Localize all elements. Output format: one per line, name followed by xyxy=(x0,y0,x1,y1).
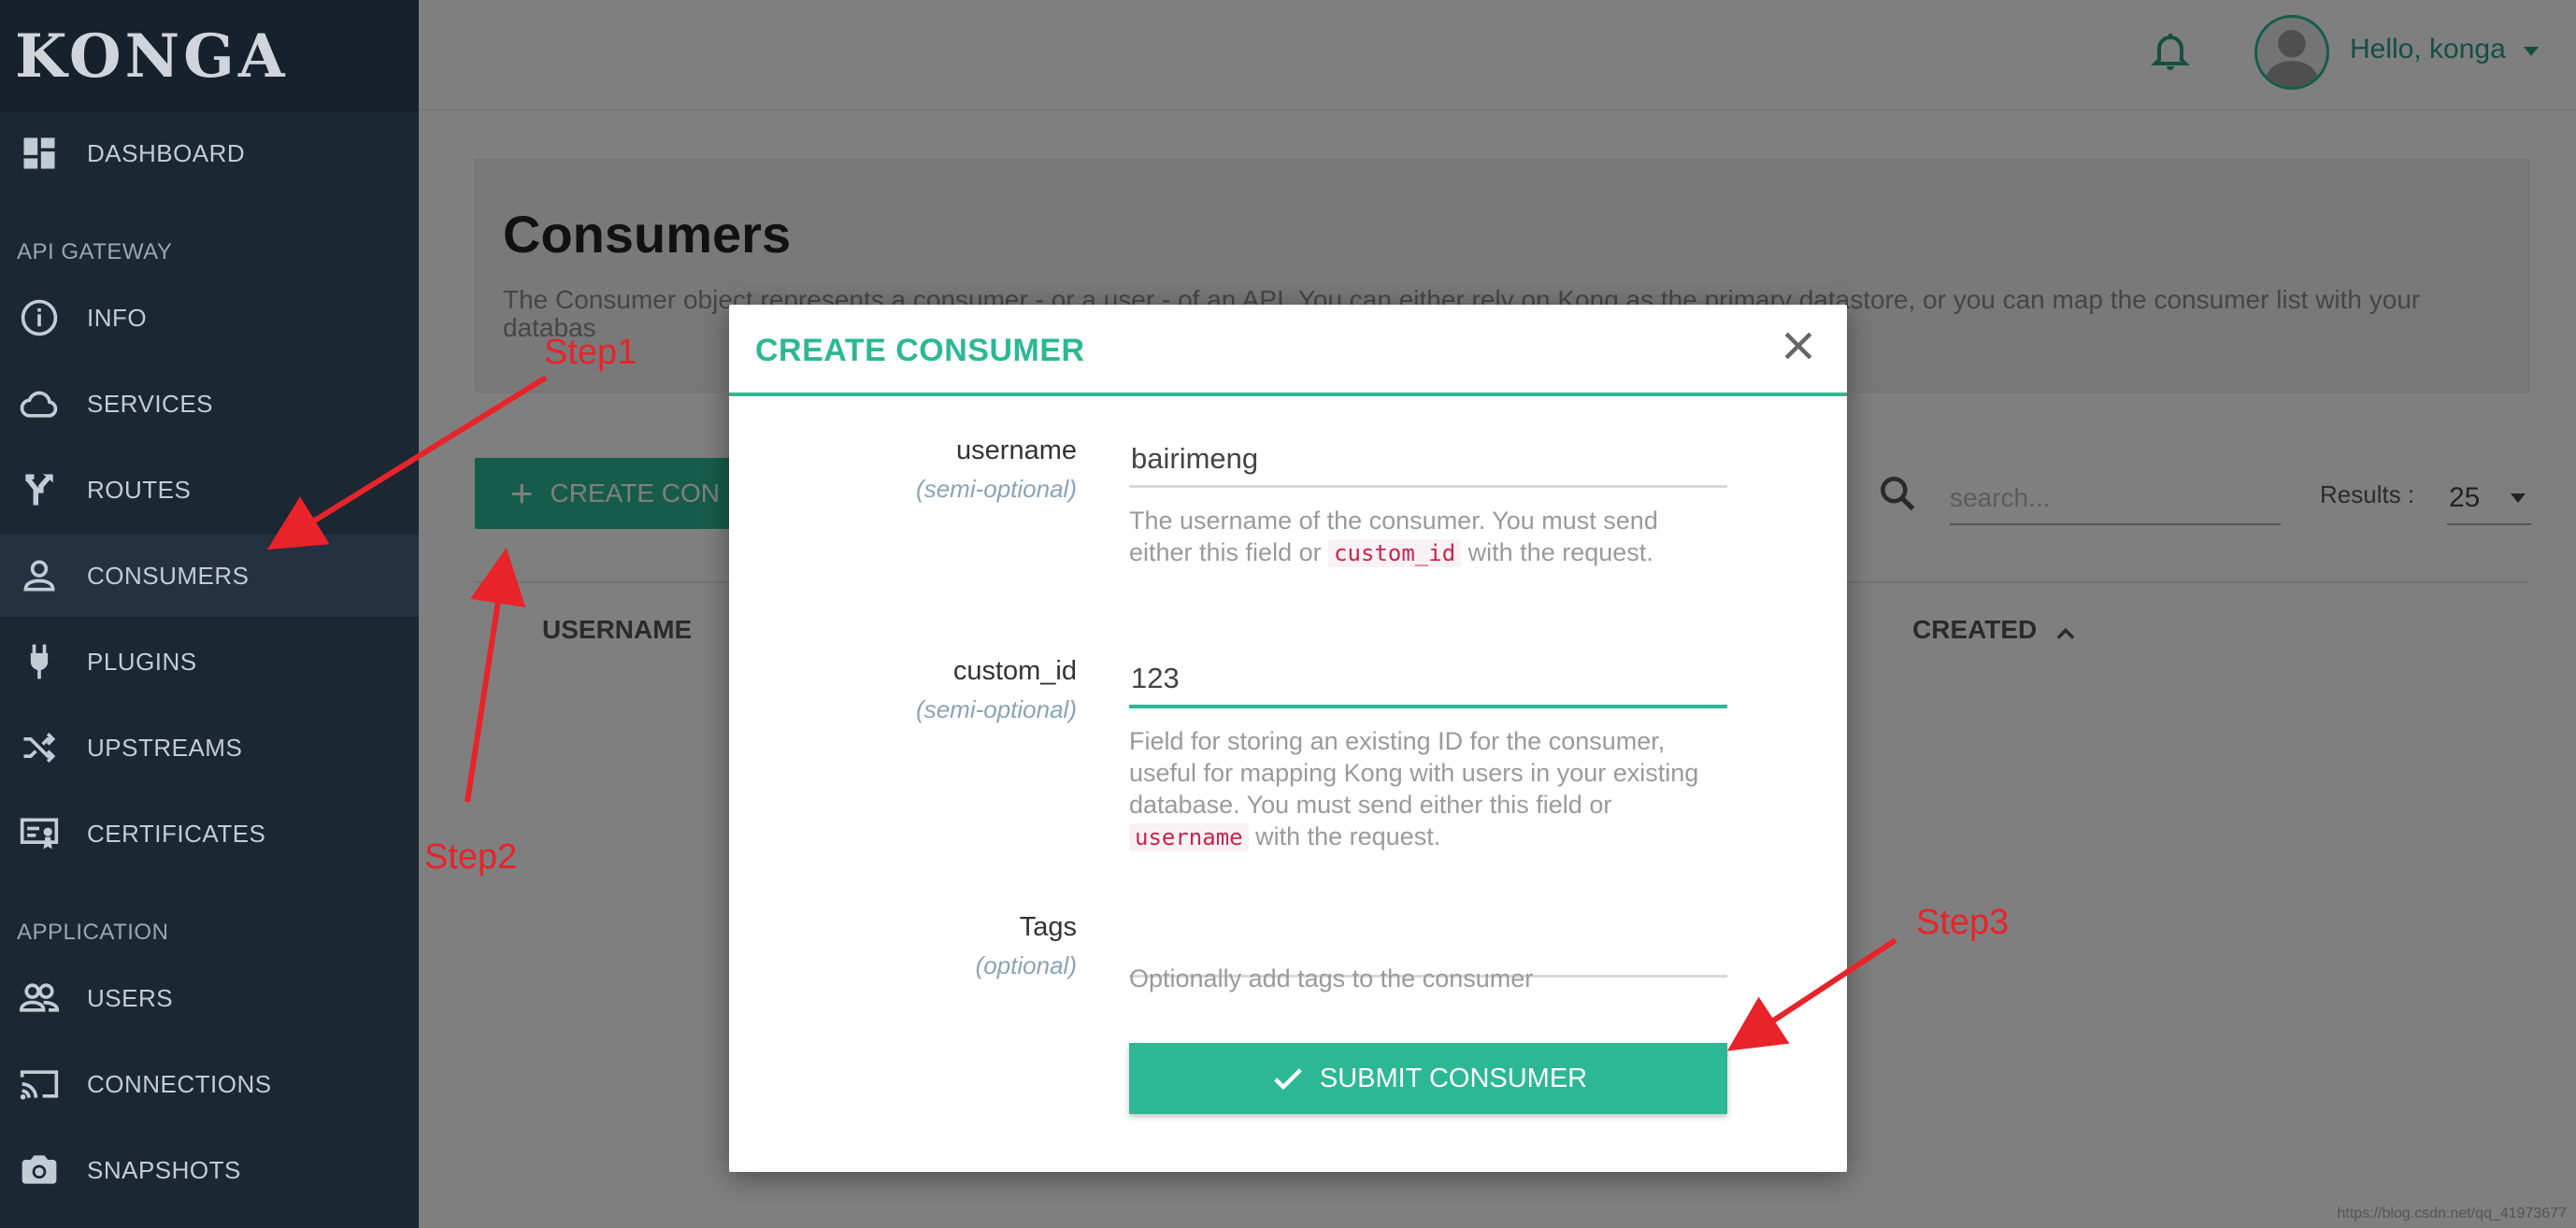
sidebar-item-plugins[interactable]: PLUGINS xyxy=(0,621,419,703)
section-heading-application: APPLICATION xyxy=(17,920,169,945)
username-help-text-end: with the request. xyxy=(1461,538,1653,566)
camera-icon xyxy=(19,1149,60,1191)
sidebar-item-label: CERTIFICATES xyxy=(87,819,266,848)
sidebar-item-label: INFO xyxy=(87,303,148,332)
tags-label-group: Tags (optional) xyxy=(729,912,1077,1006)
dashboard-icon xyxy=(19,133,60,174)
username-label: username xyxy=(956,436,1077,465)
user-icon xyxy=(19,555,60,596)
sidebar: KONGA DASHBOARD API GATEWAY INFO SERVICE… xyxy=(0,0,419,1228)
shuffle-icon xyxy=(19,727,60,768)
plug-icon xyxy=(19,641,60,682)
sidebar-item-users[interactable]: USERS xyxy=(0,957,419,1039)
sidebar-item-label: PLUGINS xyxy=(87,647,197,676)
submit-consumer-button[interactable]: SUBMIT CONSUMER xyxy=(1129,1043,1727,1114)
custom-id-label: custom_id xyxy=(952,656,1077,686)
routes-icon xyxy=(19,469,60,510)
check-icon xyxy=(1273,1068,1302,1091)
section-heading-api-gateway: API GATEWAY xyxy=(17,239,173,264)
username-help-code: custom_id xyxy=(1328,539,1462,567)
create-consumer-modal: CREATE CONSUMER username (semi-optional)… xyxy=(729,305,1847,1172)
sidebar-item-label: DASHBOARD xyxy=(87,138,246,167)
sidebar-item-label: USERS xyxy=(87,983,174,1012)
brand-text: KONGA xyxy=(15,21,289,92)
close-icon[interactable] xyxy=(1778,325,1819,366)
step3-annotation: Step3 xyxy=(1916,903,2010,942)
step1-annotation: Step1 xyxy=(544,333,637,372)
custom-id-help-text-end: with the request. xyxy=(1248,822,1441,850)
custom-id-label-group: custom_id (semi-optional) xyxy=(729,656,1077,750)
custom-id-help-code: username xyxy=(1129,823,1249,851)
username-label-group: username (semi-optional) xyxy=(729,436,1077,529)
sidebar-item-label: CONNECTIONS xyxy=(87,1069,272,1098)
username-help: The username of the consumer. You must s… xyxy=(1129,505,1727,569)
sidebar-item-dashboard[interactable]: DASHBOARD xyxy=(0,112,419,194)
sidebar-item-upstreams[interactable]: UPSTREAMS xyxy=(0,707,419,789)
step2-annotation: Step2 xyxy=(424,837,518,877)
sidebar-item-label: CONSUMERS xyxy=(87,561,250,590)
sidebar-item-certificates[interactable]: CERTIFICATES xyxy=(0,792,419,875)
modal-title: CREATE CONSUMER xyxy=(755,333,1085,368)
sidebar-item-info[interactable]: INFO xyxy=(0,277,419,359)
brand-logo[interactable]: KONGA xyxy=(0,0,419,112)
info-icon xyxy=(19,297,60,338)
sidebar-item-connections[interactable]: CONNECTIONS xyxy=(0,1043,419,1125)
sidebar-item-label: ROUTES xyxy=(87,475,192,504)
certificate-icon xyxy=(19,813,60,854)
sidebar-item-routes[interactable]: ROUTES xyxy=(0,449,419,531)
username-field[interactable] xyxy=(1129,432,1727,488)
cloud-icon xyxy=(19,383,60,424)
watermark: https://blog.csdn.net/qq_41973677 xyxy=(2337,1206,2567,1221)
sidebar-item-snapshots[interactable]: SNAPSHOTS xyxy=(0,1129,419,1211)
tags-label: Tags xyxy=(1019,912,1077,942)
tags-sub-label: (optional) xyxy=(975,951,1077,979)
users-icon xyxy=(19,978,60,1019)
username-sub-label: (semi-optional) xyxy=(916,475,1077,503)
tags-help: Optionally add tags to the consumer xyxy=(1129,964,1534,992)
custom-id-help: Field for storing an existing ID for the… xyxy=(1129,725,1727,853)
sidebar-item-label: SNAPSHOTS xyxy=(87,1155,241,1184)
custom-id-help-text: Field for storing an existing ID for the… xyxy=(1129,727,1699,819)
custom-id-sub-label: (semi-optional) xyxy=(916,695,1077,723)
sidebar-item-services[interactable]: SERVICES xyxy=(0,363,419,445)
custom-id-field[interactable] xyxy=(1129,652,1727,708)
submit-consumer-label: SUBMIT CONSUMER xyxy=(1319,1063,1588,1093)
sidebar-item-label: UPSTREAMS xyxy=(87,733,243,762)
modal-header: CREATE CONSUMER xyxy=(729,305,1847,396)
cast-icon xyxy=(19,1064,60,1105)
sidebar-item-consumers[interactable]: CONSUMERS xyxy=(0,535,419,617)
sidebar-item-label: SERVICES xyxy=(87,389,214,418)
